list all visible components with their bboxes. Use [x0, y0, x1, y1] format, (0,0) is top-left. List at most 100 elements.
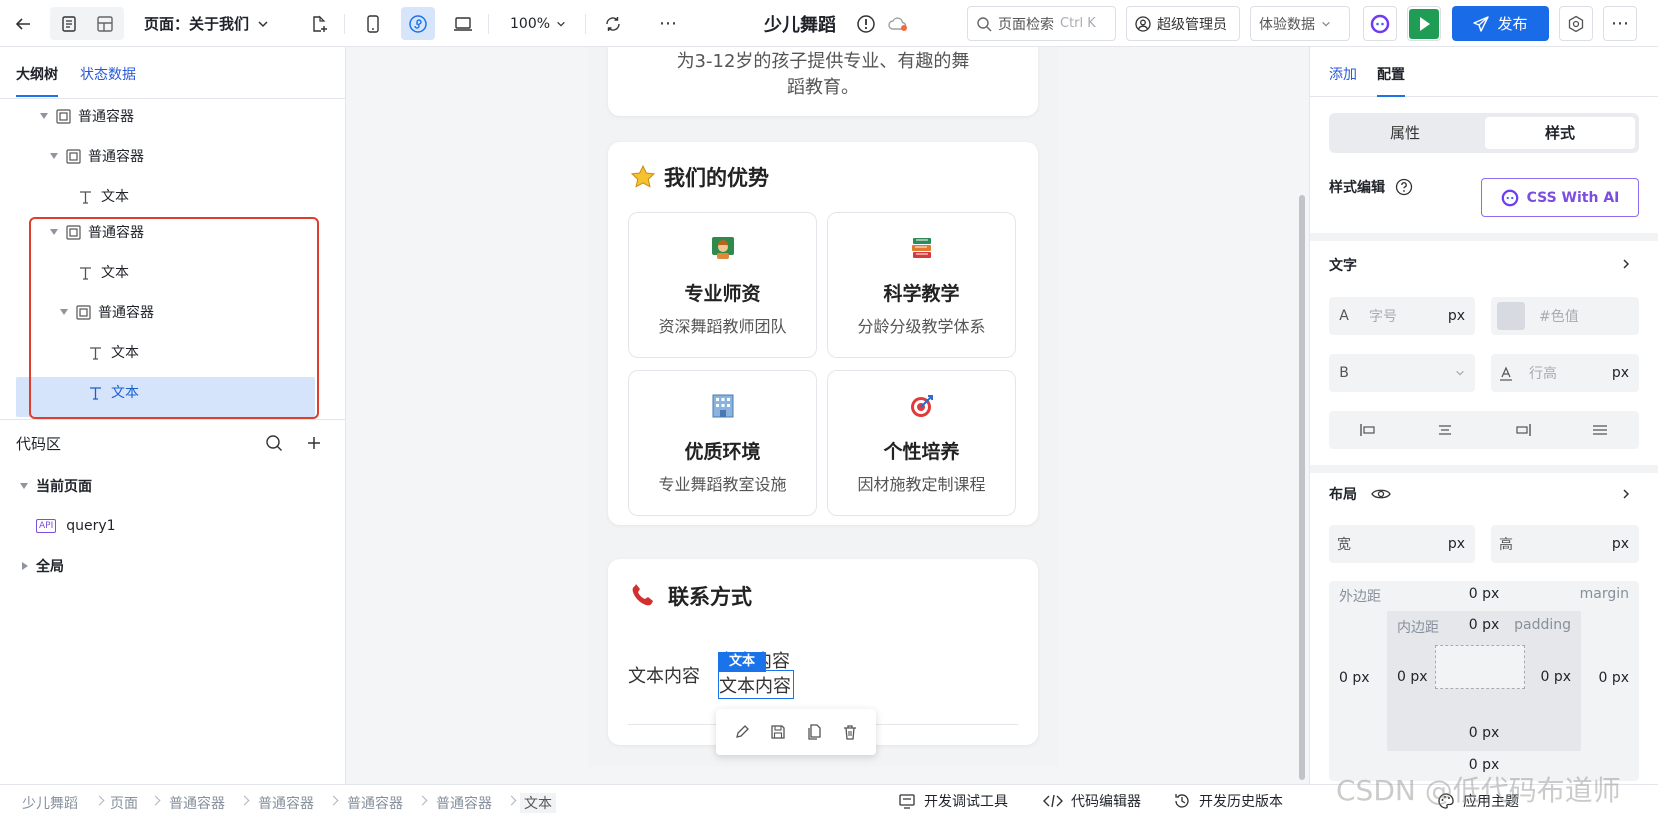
settings-button[interactable]	[1559, 6, 1593, 41]
tab-outline-tree[interactable]: 大纲树	[16, 64, 58, 97]
chevron-right-icon[interactable]	[1618, 485, 1634, 503]
container-icon	[56, 108, 71, 124]
tab-config[interactable]: 配置	[1377, 64, 1405, 97]
back-arrow-icon[interactable]	[10, 0, 36, 47]
breadcrumb-item[interactable]: 页面	[110, 793, 138, 813]
zoom-select[interactable]: 100%	[510, 0, 566, 47]
more-icon[interactable]: ⋯	[655, 0, 681, 47]
line-height-field[interactable]: 行高 px	[1491, 354, 1639, 392]
layout-grid-icon[interactable]	[92, 0, 118, 47]
code-current-page[interactable]: 当前页面	[20, 467, 92, 505]
left-tabs: 大纲树 状态数据	[0, 47, 346, 99]
tree-node-text-3[interactable]: 文本	[88, 333, 139, 371]
data-select[interactable]: 体验数据	[1250, 6, 1350, 41]
canvas-scrollbar[interactable]	[1299, 195, 1305, 780]
add-page-icon[interactable]	[306, 0, 332, 47]
api-badge: API	[36, 519, 57, 533]
watermark: CSDN @低代码布道师	[1336, 774, 1621, 807]
code-editor-button[interactable]: 代码编辑器	[1043, 791, 1141, 811]
edit-pencil-icon[interactable]	[734, 724, 750, 740]
delete-trash-icon[interactable]	[842, 724, 858, 740]
document-icon[interactable]	[56, 0, 82, 47]
page-selector[interactable]: 页面：关于我们	[144, 0, 269, 47]
breadcrumb-item[interactable]: 普通容器	[258, 793, 314, 813]
tree-node-text-2[interactable]: 文本	[78, 253, 129, 291]
tree-node-container-4[interactable]: 普通容器	[60, 293, 154, 331]
tree-node-text-selected[interactable]: 文本	[88, 373, 139, 411]
chevron-right-icon[interactable]	[1618, 255, 1634, 273]
seg-style[interactable]: 样式	[1485, 117, 1635, 149]
font-weight-select[interactable]: B	[1329, 354, 1475, 392]
tab-add[interactable]: 添加	[1329, 64, 1357, 84]
feature-title: 优质环境	[684, 441, 761, 463]
align-center-icon[interactable]	[1436, 422, 1454, 438]
design-canvas[interactable]: 为3-12岁的孩子提供专业、有趣的舞 蹈教育。 我们的优势 专业师资 资深舞蹈教…	[346, 47, 1309, 784]
history-button[interactable]: 开发历史版本	[1173, 791, 1283, 811]
contact-text-label[interactable]: 文本内容	[628, 662, 700, 688]
ai-assistant-button[interactable]	[1363, 6, 1397, 41]
breadcrumb-item[interactable]: 少儿舞蹈	[22, 793, 78, 813]
seg-properties[interactable]: 属性	[1329, 113, 1481, 153]
tab-state-data[interactable]: 状态数据	[80, 64, 136, 84]
save-icon[interactable]	[770, 724, 786, 740]
padding-top-value[interactable]: 0 px	[1387, 617, 1581, 633]
code-global[interactable]: 全局	[22, 547, 64, 585]
align-justify-icon[interactable]	[1591, 422, 1609, 438]
phone-icon	[630, 583, 656, 609]
contact-text-selected[interactable]: 文本内容	[719, 672, 791, 698]
search-icon[interactable]	[264, 433, 284, 453]
align-left-icon[interactable]	[1359, 422, 1377, 438]
copy-icon[interactable]	[806, 724, 822, 740]
page-search-input[interactable]: 页面检索 Ctrl K	[967, 6, 1116, 41]
width-field[interactable]: 宽 px	[1329, 525, 1475, 563]
selection-tag: 文本	[718, 652, 766, 672]
help-circle-icon[interactable]	[1395, 178, 1413, 196]
eye-icon[interactable]	[1371, 487, 1391, 501]
breadcrumb-item[interactable]: 普通容器	[169, 793, 225, 813]
tree-node-container-3[interactable]: 普通容器	[50, 213, 144, 251]
code-editor-label: 代码编辑器	[1071, 794, 1141, 810]
margin-left-value[interactable]: 0 px	[1339, 670, 1370, 686]
breadcrumb-current[interactable]: 文本	[520, 793, 556, 813]
breadcrumb-separator-icon	[506, 795, 517, 806]
css-with-ai-button[interactable]: CSS With AI	[1481, 178, 1639, 217]
plus-icon[interactable]	[304, 433, 324, 453]
preview-button[interactable]	[1407, 6, 1441, 41]
padding-left-value[interactable]: 0 px	[1397, 669, 1428, 685]
refresh-icon[interactable]	[600, 0, 626, 47]
align-right-icon[interactable]	[1514, 422, 1532, 438]
miniapp-device-button[interactable]	[401, 7, 435, 40]
caret-down-icon	[50, 153, 58, 159]
margin-right-value[interactable]: 0 px	[1598, 670, 1629, 686]
zoom-value: 100%	[510, 15, 551, 32]
breadcrumb-item[interactable]: 普通容器	[347, 793, 403, 813]
text-type-icon	[88, 385, 103, 400]
admin-button[interactable]: 超级管理员	[1126, 6, 1240, 41]
width-label: 宽	[1337, 537, 1351, 553]
breadcrumb-item[interactable]: 普通容器	[436, 793, 492, 813]
mobile-device-icon[interactable]	[360, 0, 386, 47]
font-size-field[interactable]: A 字号 px	[1329, 297, 1475, 335]
padding-box: 内边距 padding 0 px 0 px 0 px 0 px	[1387, 611, 1581, 751]
code-query-item[interactable]: API query1	[36, 507, 116, 545]
publish-button[interactable]: 发布	[1452, 6, 1549, 41]
padding-right-value[interactable]: 0 px	[1540, 669, 1571, 685]
info-circle-icon[interactable]	[855, 0, 877, 47]
more-menu-button[interactable]: ⋯	[1603, 6, 1637, 41]
tree-node-container-2[interactable]: 普通容器	[50, 137, 144, 175]
teacher-icon	[710, 235, 736, 261]
height-field[interactable]: 高 px	[1491, 525, 1639, 563]
tree-node-label: 文本	[101, 189, 129, 205]
color-field[interactable]: #色值	[1491, 297, 1639, 335]
tree-node-text-1[interactable]: 文本	[78, 177, 129, 215]
tree-node-container-1[interactable]: 普通容器	[40, 97, 134, 135]
style-edit-heading: 样式编辑	[1329, 177, 1413, 197]
color-swatch[interactable]	[1497, 302, 1525, 330]
debug-tools-button[interactable]: 开发调试工具	[898, 791, 1008, 811]
margin-top-value[interactable]: 0 px	[1329, 586, 1639, 602]
cloud-sync-icon[interactable]	[886, 0, 910, 47]
padding-bottom-value[interactable]: 0 px	[1387, 725, 1581, 741]
star-icon	[630, 164, 656, 190]
laptop-device-icon[interactable]	[450, 0, 476, 47]
tree-node-label: 普通容器	[88, 149, 144, 165]
